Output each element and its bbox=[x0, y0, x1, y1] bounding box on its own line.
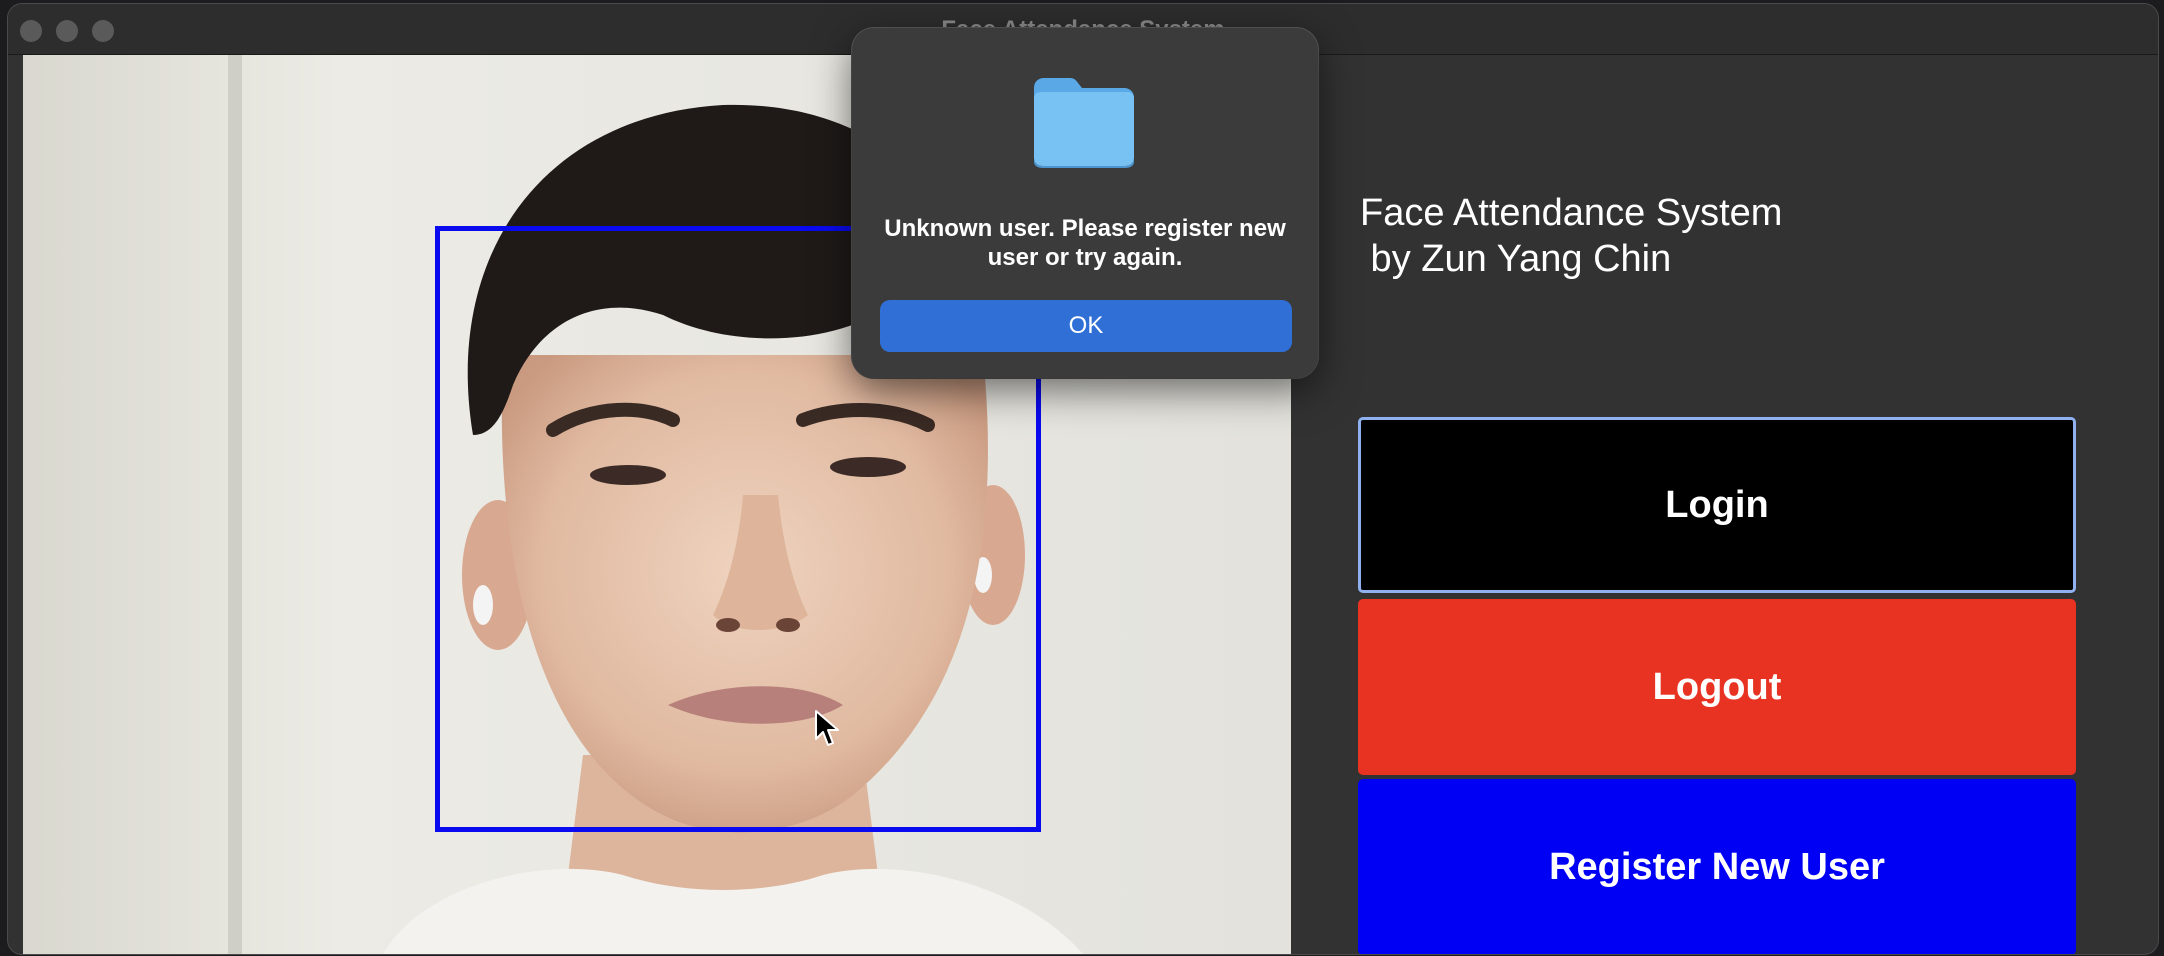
folder-icon bbox=[1034, 78, 1134, 168]
dialog-message: Unknown user. Please register new user o… bbox=[884, 215, 1286, 271]
login-button[interactable]: Login bbox=[1358, 417, 2076, 593]
logout-button[interactable]: Logout bbox=[1358, 599, 2076, 775]
app-title: Face Attendance System by Zun Yang Chin bbox=[1360, 192, 1783, 280]
dialog-ok-button[interactable]: OK bbox=[880, 300, 1292, 352]
alert-dialog: Unknown user. Please register new user o… bbox=[852, 28, 1318, 378]
register-new-user-button[interactable]: Register New User bbox=[1358, 779, 2076, 954]
mouse-cursor-icon bbox=[815, 710, 839, 746]
